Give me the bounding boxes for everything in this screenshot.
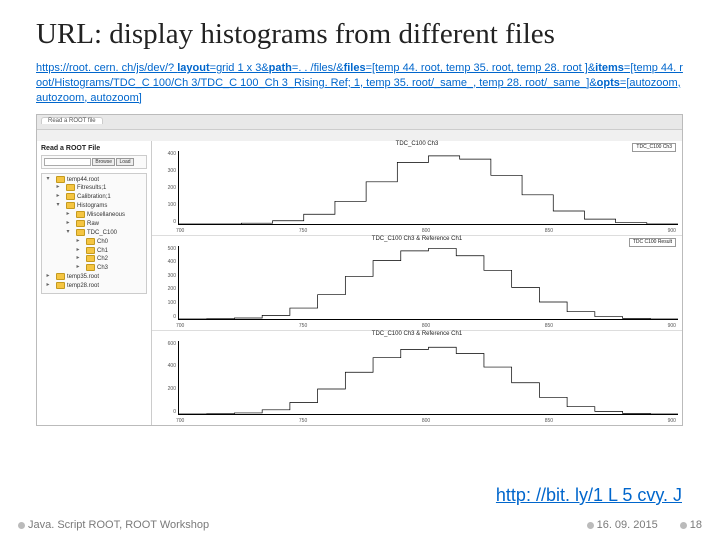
url-key-path: path [269, 62, 292, 74]
y-axis: 5004003002001000 [156, 238, 178, 328]
y-axis: 4003002001000 [156, 143, 178, 233]
page-body: Read a ROOT File Browse Load ▾temp44.roo… [37, 141, 682, 425]
footer-date: 16. 09. 2015 [597, 519, 658, 531]
tree-item: ▸Miscellaneous [64, 211, 144, 220]
folder-icon [86, 264, 95, 271]
plot-pane-3: TDC_C100 Ch3 & Reference Ch1 6004002000 … [152, 331, 682, 425]
expand-icon[interactable]: ▾ [64, 229, 72, 237]
expand-icon[interactable]: ▸ [64, 220, 72, 228]
folder-icon [56, 176, 65, 183]
plot-pane-2: TDC_C100 Ch3 & Reference Ch1 TDC C100 Re… [152, 236, 682, 331]
tree-item: ▸temp28.root [44, 282, 144, 291]
url-seg: =. . /files/& [292, 62, 344, 74]
url-key-files: files [344, 62, 366, 74]
expand-icon[interactable]: ▸ [74, 264, 82, 272]
expand-icon[interactable]: ▸ [54, 193, 62, 201]
folder-icon [66, 202, 75, 209]
plot-title: TDC_C100 Ch3 [394, 141, 441, 147]
file-tree[interactable]: ▾temp44.root ▸Fitresults;1 ▸Calibration;… [41, 173, 147, 294]
folder-icon [66, 193, 75, 200]
folder-icon [76, 220, 85, 227]
x-axis: 700750800850900 [176, 228, 676, 235]
embedded-screenshot: Read a ROOT file Read a ROOT File Browse… [36, 114, 683, 426]
expand-icon[interactable]: ▾ [44, 176, 52, 184]
url-key-layout: layout [177, 62, 209, 74]
sidebar-title: Read a ROOT File [41, 145, 147, 152]
folder-icon [56, 282, 65, 289]
tab-label: Read a ROOT file [41, 117, 103, 124]
plot-grid: TDC_C100 Ch3 TDC_C100 Ch3 4003002001000 … [152, 141, 682, 425]
file-open-form: Browse Load [41, 155, 147, 169]
tree-item: ▾temp44.root [44, 176, 144, 185]
folder-icon [56, 273, 65, 280]
folder-icon [86, 255, 95, 262]
folder-icon [86, 247, 95, 254]
y-axis: 6004002000 [156, 333, 178, 423]
slide: URL: display histograms from different f… [0, 0, 720, 540]
bullet-icon [18, 522, 25, 529]
footer-page: 18 [690, 519, 702, 531]
slide-footer: Java. Script ROOT, ROOT Workshop 16. 09.… [0, 516, 720, 534]
file-input[interactable] [44, 158, 91, 166]
expand-icon[interactable]: ▸ [74, 255, 82, 263]
plot-title: TDC_C100 Ch3 & Reference Ch1 [370, 236, 464, 242]
tree-item: ▸Raw [64, 220, 144, 229]
url-seg: =[temp 44. root, temp 35. root, temp 28.… [366, 62, 596, 74]
tree-item: ▾TDC_C100 [64, 229, 144, 238]
long-url[interactable]: https://root. cern. ch/js/dev/? layout=g… [36, 61, 684, 106]
browser-tabbar: Read a ROOT file [37, 115, 682, 130]
url-key-opts: opts [597, 77, 620, 89]
folder-icon [66, 184, 75, 191]
x-axis: 700750800850900 [176, 418, 676, 425]
plot-title: TDC_C100 Ch3 & Reference Ch1 [370, 331, 464, 337]
url-key-items: items [595, 62, 624, 74]
folder-icon [86, 238, 95, 245]
expand-icon[interactable]: ▸ [64, 211, 72, 219]
browser-tab: Read a ROOT file [41, 117, 103, 124]
chart-area [178, 341, 678, 415]
tree-item: ▸temp35.root [44, 273, 144, 282]
load-button[interactable]: Load [116, 158, 133, 166]
tree-item: ▾Histograms [54, 202, 144, 211]
bullet-icon [587, 522, 594, 529]
url-seg: =grid 1 x 3& [210, 62, 269, 74]
plot-pane-1: TDC_C100 Ch3 TDC_C100 Ch3 4003002001000 … [152, 141, 682, 236]
expand-icon[interactable]: ▾ [54, 202, 62, 210]
url-seg: https://root. cern. ch/js/dev/? [36, 62, 177, 74]
expand-icon[interactable]: ▸ [44, 273, 52, 281]
x-axis: 700750800850900 [176, 323, 676, 330]
expand-icon[interactable]: ▸ [44, 282, 52, 290]
chart-area [178, 151, 678, 225]
slide-title: URL: display histograms from different f… [36, 18, 684, 51]
footer-left: Java. Script ROOT, ROOT Workshop [28, 519, 209, 531]
tree-item: ▸Ch0 [74, 238, 144, 247]
short-url-link[interactable]: http: //bit. ly/1 L 5 cvy. J [496, 485, 682, 506]
tree-item: ▸Ch3 [74, 264, 144, 273]
expand-icon[interactable]: ▸ [54, 184, 62, 192]
expand-icon[interactable]: ▸ [74, 238, 82, 246]
browse-button[interactable]: Browse [92, 158, 115, 166]
folder-icon [76, 229, 85, 236]
tree-item: ▸Calibration;1 [54, 193, 144, 202]
expand-icon[interactable]: ▸ [74, 247, 82, 255]
folder-icon [76, 211, 85, 218]
chart-area [178, 246, 678, 320]
tree-item: ▸Ch1 [74, 247, 144, 256]
tree-item: ▸Fitresults;1 [54, 184, 144, 193]
sidebar: Read a ROOT File Browse Load ▾temp44.roo… [37, 141, 152, 425]
tree-item: ▸Ch2 [74, 255, 144, 264]
bullet-icon [680, 522, 687, 529]
